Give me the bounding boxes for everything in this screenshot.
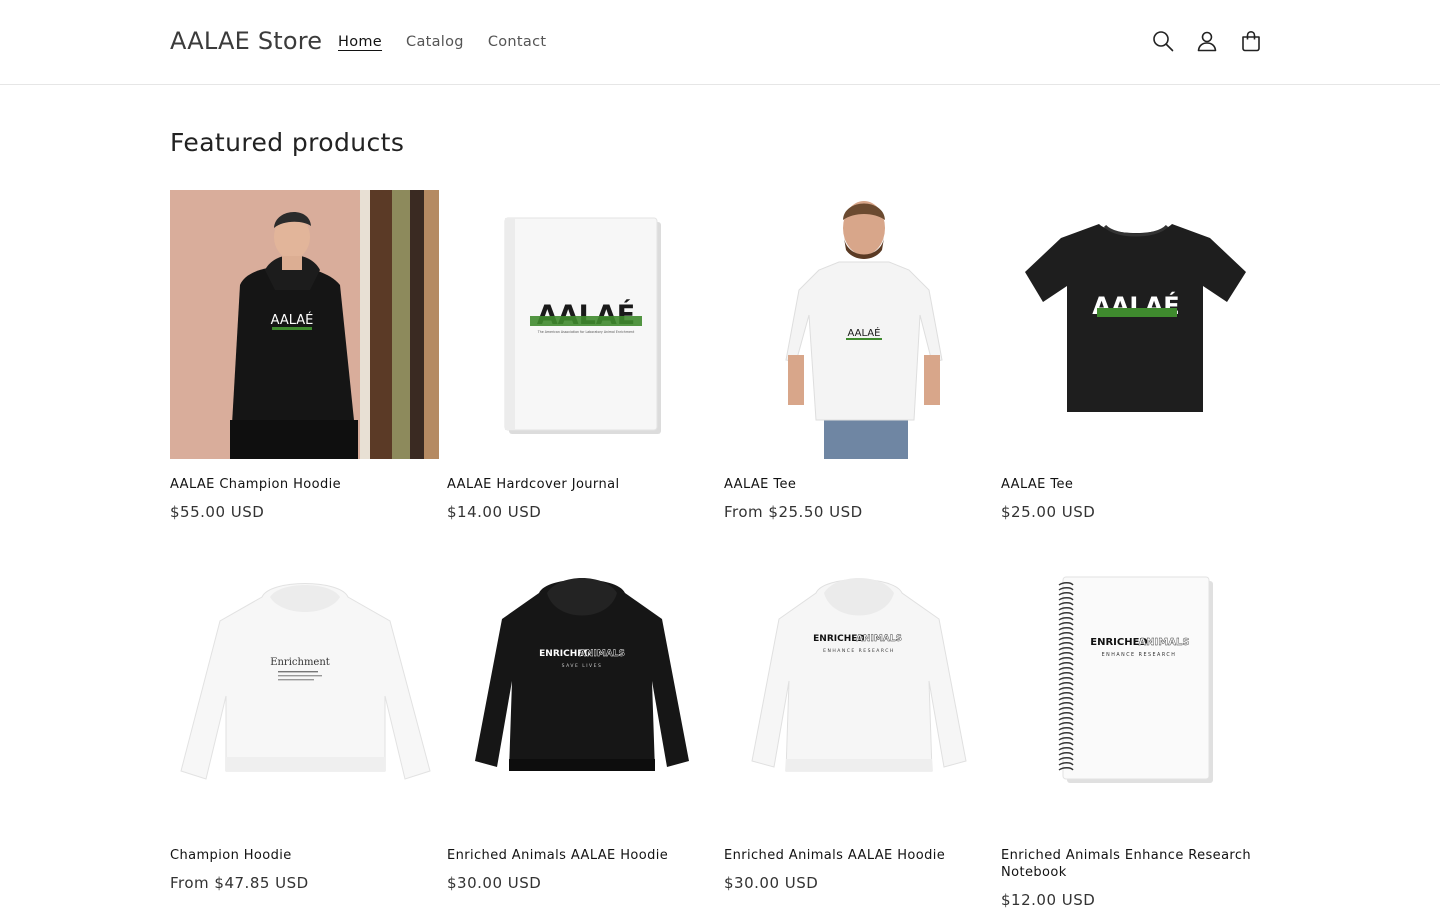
product-title[interactable]: AALAE Hardcover Journal	[447, 476, 716, 493]
product-title[interactable]: AALAE Tee	[724, 476, 993, 493]
product-title[interactable]: AALAE Tee	[1001, 476, 1270, 493]
animals-text: ANIMALS	[579, 649, 625, 659]
main-nav: Home Catalog Contact	[326, 31, 558, 53]
product-image[interactable]: AALAÉ	[724, 190, 993, 459]
product-image[interactable]: AALAÉ	[1001, 190, 1270, 459]
product-price: $55.00 USD	[170, 503, 265, 521]
product-image[interactable]: ENRICHED ANIMALS ENHANCE RESEARCH	[724, 561, 993, 830]
tee-logo-text: AALAÉ	[848, 326, 881, 339]
store-logo[interactable]: AALAE Store	[170, 27, 322, 55]
product-card[interactable]: AALAÉ AALAE Tee $25.00 USD	[1001, 190, 1270, 521]
search-button[interactable]	[1141, 19, 1185, 63]
product-title[interactable]: Enriched Animals AALAE Hoodie	[447, 847, 716, 864]
product-image[interactable]: AALAÉ	[170, 190, 439, 459]
save-lives-text: SAVE LIVES	[562, 663, 603, 669]
cart-icon	[1242, 30, 1260, 52]
cart-button[interactable]	[1229, 19, 1273, 63]
product-price: $30.00 USD	[447, 874, 542, 892]
product-card[interactable]: ENRICHED ANIMALS ENHANCE RESEARCH Enrich…	[724, 561, 993, 909]
search-icon	[1153, 31, 1174, 52]
product-card[interactable]: Enrichment Champion Hoodie From $47.85 U…	[170, 561, 439, 909]
hoodie-logo-text: AALAÉ	[271, 312, 314, 328]
enhance-research-text: ENHANCE RESEARCH	[1102, 652, 1177, 658]
hoodie-enrichment-text: Enrichment	[270, 657, 330, 668]
product-image[interactable]: AALAÉ The American Association for Labor…	[447, 190, 716, 459]
product-card[interactable]: AALAÉ The American Association for Labor…	[447, 190, 716, 521]
product-image[interactable]: ENRICHED ANIMALS SAVE LIVES	[447, 561, 716, 830]
nav-catalog[interactable]: Catalog	[394, 31, 476, 53]
product-card[interactable]: ENRICHED ANIMALS SAVE LIVES Enriched Ani…	[447, 561, 716, 909]
product-card[interactable]: ENRICHED ANIMALS ENHANCE RESEARCH Enrich…	[1001, 561, 1270, 909]
animals-text: ANIMALS	[1138, 637, 1189, 648]
account-icon	[1197, 31, 1217, 52]
product-price: $14.00 USD	[447, 503, 542, 521]
product-price: From $47.85 USD	[170, 874, 309, 892]
product-grid: AALAÉ AALAE Champion Hoodie $55.00 USD A…	[170, 190, 1270, 909]
enhance-research-text: ENHANCE RESEARCH	[823, 648, 895, 654]
product-price: $12.00 USD	[1001, 891, 1096, 909]
animals-text: ANIMALS	[856, 634, 902, 644]
product-title[interactable]: Enriched Animals AALAE Hoodie	[724, 847, 993, 864]
nav-contact[interactable]: Contact	[476, 31, 559, 53]
account-button[interactable]	[1185, 19, 1229, 63]
product-image[interactable]: Enrichment	[170, 561, 439, 830]
product-title[interactable]: AALAE Champion Hoodie	[170, 476, 439, 493]
product-card[interactable]: AALAÉ AALAE Tee From $25.50 USD	[724, 190, 993, 521]
product-title[interactable]: Champion Hoodie	[170, 847, 439, 864]
site-header: AALAE Store Home Catalog Contact	[0, 0, 1440, 85]
product-title[interactable]: Enriched Animals Enhance Research Notebo…	[1001, 847, 1270, 881]
product-price: $30.00 USD	[724, 874, 819, 892]
journal-logo-text: AALAÉ	[537, 299, 635, 331]
nav-home[interactable]: Home	[326, 31, 394, 53]
journal-subtitle-text: The American Association for Laboratory …	[537, 330, 635, 334]
section-title: Featured products	[170, 128, 405, 157]
product-card[interactable]: AALAÉ AALAE Champion Hoodie $55.00 USD	[170, 190, 439, 521]
header-icons	[1141, 19, 1273, 63]
product-image[interactable]: ENRICHED ANIMALS ENHANCE RESEARCH	[1001, 561, 1270, 830]
product-price: $25.00 USD	[1001, 503, 1096, 521]
product-price: From $25.50 USD	[724, 503, 863, 521]
